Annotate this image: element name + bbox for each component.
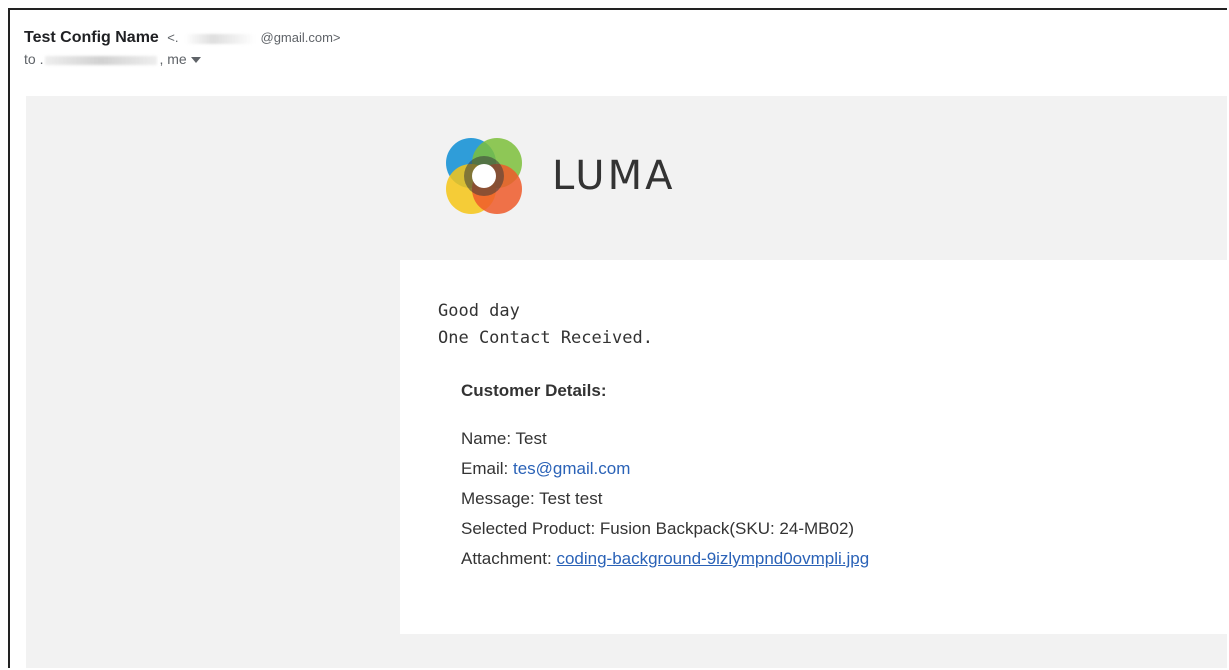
redacted-text: [45, 55, 158, 65]
to-prefix: to .: [24, 51, 44, 67]
chevron-down-icon[interactable]: [190, 57, 201, 64]
email-link[interactable]: tes@gmail.com: [513, 459, 630, 478]
message-card: Good day One Contact Received. Customer …: [400, 260, 1227, 634]
sender-email-domain: @gmail.com>: [260, 30, 341, 45]
email-header: Test Config Name <. @gmail.com> to . , me: [24, 28, 341, 68]
details-title: Customer Details:: [461, 381, 607, 400]
luma-logo: LUMA: [442, 134, 675, 218]
product-label: Selected Product:: [461, 519, 600, 538]
name-label: Name:: [461, 429, 516, 448]
luma-logo-icon: [446, 138, 522, 214]
email-label: Email:: [461, 459, 513, 478]
name-value: Test: [515, 429, 547, 448]
sender-email[interactable]: <. @gmail.com>: [167, 30, 340, 45]
attachment-link[interactable]: coding-background-9izlympnd0ovmpli.jpg: [556, 549, 869, 568]
to-suffix: , me: [159, 51, 187, 67]
message-value: Test test: [539, 489, 603, 508]
product-value: Fusion Backpack(SKU: 24-MB02): [599, 519, 855, 538]
detail-row-product: Selected Product: Fusion Backpack(SKU: 2…: [461, 514, 869, 544]
greeting-block: Good day One Contact Received.: [438, 298, 653, 352]
detail-row-email: Email: tes@gmail.com: [461, 454, 869, 484]
detail-row-attachment: Attachment: coding-background-9izlympnd0…: [461, 544, 869, 574]
greeting-text: Good day: [438, 301, 520, 321]
sender-line: Test Config Name <. @gmail.com>: [24, 28, 341, 48]
logo-text: LUMA: [552, 153, 676, 199]
email-body-background: LUMA Good day One Contact Received. Cust…: [26, 96, 1227, 668]
sender-email-open: <.: [167, 30, 179, 45]
redacted-text: [184, 33, 255, 44]
email-view-frame: Test Config Name <. @gmail.com> to ., me …: [8, 8, 1227, 668]
message-label: Message:: [461, 489, 540, 508]
sender-name[interactable]: Test Config Name: [24, 29, 159, 46]
intro-text: One Contact Received.: [438, 328, 653, 348]
attachment-label: Attachment:: [461, 549, 557, 568]
recipients-line: to . , me: [24, 50, 341, 68]
customer-details: Customer Details: Name: Test Email: tes@…: [461, 381, 869, 574]
detail-row-name: Name: Test: [461, 424, 869, 454]
detail-row-message: Message: Test test: [461, 484, 869, 514]
